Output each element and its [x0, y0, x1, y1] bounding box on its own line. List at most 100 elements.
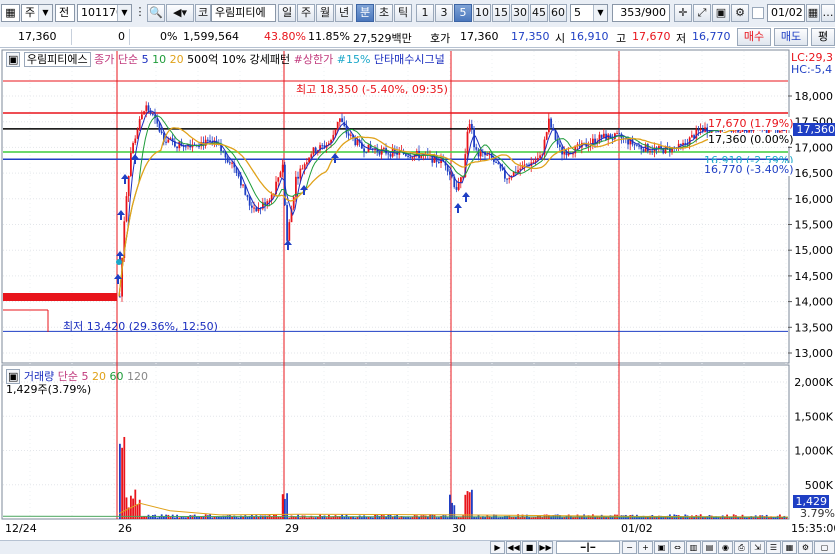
- candle-body: [141, 114, 143, 120]
- code-prefix-label[interactable]: 코: [195, 4, 211, 22]
- search-icon[interactable]: 🔍: [147, 4, 165, 22]
- volume-legend-ma120[interactable]: 120: [127, 370, 148, 383]
- candle-body: [130, 152, 132, 176]
- scroll-fast-forward-icon[interactable]: ▶▶: [538, 541, 553, 554]
- grid-icon[interactable]: ▦: [782, 541, 797, 554]
- minute-60-button[interactable]: 60: [549, 4, 567, 22]
- legend-ma10[interactable]: 10: [152, 53, 166, 66]
- period-year-button[interactable]: 년: [335, 4, 353, 22]
- candle-body: [717, 131, 720, 133]
- volume-bar: [506, 515, 508, 519]
- period-minute-button[interactable]: 분: [356, 4, 374, 22]
- period-day-button[interactable]: 일: [278, 4, 296, 22]
- period-week-button[interactable]: 주: [297, 4, 315, 22]
- volume-bar: [290, 515, 293, 519]
- candle-body: [136, 129, 139, 139]
- candle-body: [279, 172, 282, 178]
- date-picker-button[interactable]: ▦: [806, 4, 820, 22]
- buy-button[interactable]: 매수: [737, 28, 771, 46]
- market-select[interactable]: 주 ▼: [21, 4, 53, 22]
- volume-legend-ma60[interactable]: 60: [110, 370, 124, 383]
- volume-bar: [264, 515, 266, 519]
- volume-bar: [174, 517, 176, 519]
- volume-bar: [286, 493, 288, 519]
- volume-bar: [519, 517, 522, 519]
- stock-name-field[interactable]: 우림피티에: [211, 4, 276, 22]
- interval-select[interactable]: 5 ▼: [570, 4, 608, 22]
- volume-bar: [295, 517, 297, 519]
- zoom-out-icon[interactable]: −: [622, 541, 637, 554]
- legend-toggle-icon[interactable]: ▣: [6, 52, 21, 67]
- chart-type-icon[interactable]: ▥: [686, 541, 701, 554]
- sell-button[interactable]: 매도: [774, 28, 808, 46]
- candle-body: [697, 129, 700, 131]
- date-field[interactable]: 01/02: [767, 4, 805, 22]
- candle-body: [185, 146, 187, 148]
- speaker-icon[interactable]: ◀▾: [166, 4, 194, 22]
- layout-icon[interactable]: ▣: [654, 541, 669, 554]
- legend-stock-name[interactable]: 우림피티에스: [23, 52, 91, 67]
- list-icon[interactable]: ☰: [766, 541, 781, 554]
- minute-5-button[interactable]: 5: [454, 4, 472, 22]
- code-input[interactable]: 101170 ▼: [77, 4, 132, 22]
- minute-3-button[interactable]: 3: [435, 4, 453, 22]
- count-field[interactable]: 353/900: [612, 4, 670, 22]
- candle-body: [732, 130, 735, 132]
- period-month-button[interactable]: 월: [316, 4, 334, 22]
- legend-ma20[interactable]: 20: [170, 53, 184, 66]
- volume-bar: [330, 517, 332, 519]
- price-axis-label: 13,500: [795, 321, 834, 334]
- split-icon[interactable]: ▤: [702, 541, 717, 554]
- chart-area[interactable]: 18,00017,50017,00016,50016,00015,50015,0…: [0, 48, 835, 540]
- legend-price-ind[interactable]: 종가 단순: [94, 53, 138, 66]
- candle-body: [229, 162, 231, 164]
- x-tick-26: 26: [118, 522, 132, 535]
- minute-10-button[interactable]: 10: [473, 4, 491, 22]
- more-icon[interactable]: …: [821, 4, 835, 22]
- volume-bar: [281, 494, 284, 519]
- candle-body: [603, 133, 605, 138]
- zoom-in-icon[interactable]: +: [638, 541, 653, 554]
- minute-1-button[interactable]: 1: [416, 4, 434, 22]
- minute-15-button[interactable]: 15: [492, 4, 510, 22]
- ellipsis-icon[interactable]: ⋮: [134, 4, 146, 22]
- save-icon[interactable]: ▣: [712, 4, 730, 22]
- scroll-bar[interactable]: ▶ ◀◀ ■ ▶▶ ━┃━ − + ▣ ⇔ ▥ ▤ ◉ ⎙ ⇲ ☰ ▦ ⚙ ▢: [0, 540, 835, 554]
- legend-signal[interactable]: 단타매수시그널: [374, 53, 445, 66]
- change-rate: 0%: [160, 30, 178, 43]
- eval-button[interactable]: 평: [811, 28, 835, 46]
- legend-ma5[interactable]: 5: [142, 53, 149, 66]
- price-axis-label: 15,000: [795, 244, 834, 257]
- zoom-slider[interactable]: ━┃━: [556, 541, 620, 554]
- draw-tool-icon[interactable]: ⤢: [693, 4, 711, 22]
- candle-body: [501, 168, 504, 171]
- legend-upper-limit[interactable]: #상한가: [294, 53, 334, 66]
- candle-body: [356, 139, 359, 146]
- period-second-button[interactable]: 초: [375, 4, 393, 22]
- settings-icon[interactable]: ⚙: [798, 541, 813, 554]
- candle-body: [374, 149, 376, 151]
- price-legend: ▣ 우림피티에스 종가 단순 5 10 20 500억 10% 강세패턴 #상한…: [6, 51, 445, 67]
- window-icon[interactable]: ▢: [814, 541, 835, 554]
- camera-icon[interactable]: ◉: [718, 541, 733, 554]
- volume-legend-ma20[interactable]: 20: [92, 370, 106, 383]
- print-icon[interactable]: ⎙: [734, 541, 749, 554]
- crosshair-icon[interactable]: ✛: [674, 4, 692, 22]
- period-select[interactable]: 전: [55, 4, 75, 22]
- period-tick-button[interactable]: 틱: [394, 4, 412, 22]
- chart-menu-button[interactable]: ▦: [1, 4, 20, 22]
- stop-icon[interactable]: ■: [522, 541, 537, 554]
- scroll-right-icon[interactable]: ▶: [490, 541, 505, 554]
- date-checkbox[interactable]: [752, 7, 764, 19]
- gear-icon[interactable]: ⚙: [731, 4, 749, 22]
- scroll-fast-back-icon[interactable]: ◀◀: [506, 541, 521, 554]
- candle-body: [486, 154, 489, 156]
- legend-strong-pattern[interactable]: 500억 10% 강세패턴: [187, 53, 290, 66]
- volume-bar: [314, 517, 317, 519]
- export-icon[interactable]: ⇲: [750, 541, 765, 554]
- minute-30-button[interactable]: 30: [511, 4, 529, 22]
- fit-icon[interactable]: ⇔: [670, 541, 685, 554]
- legend-15pct[interactable]: #15%: [337, 53, 371, 66]
- minute-45-button[interactable]: 45: [530, 4, 548, 22]
- candle-body: [255, 207, 258, 212]
